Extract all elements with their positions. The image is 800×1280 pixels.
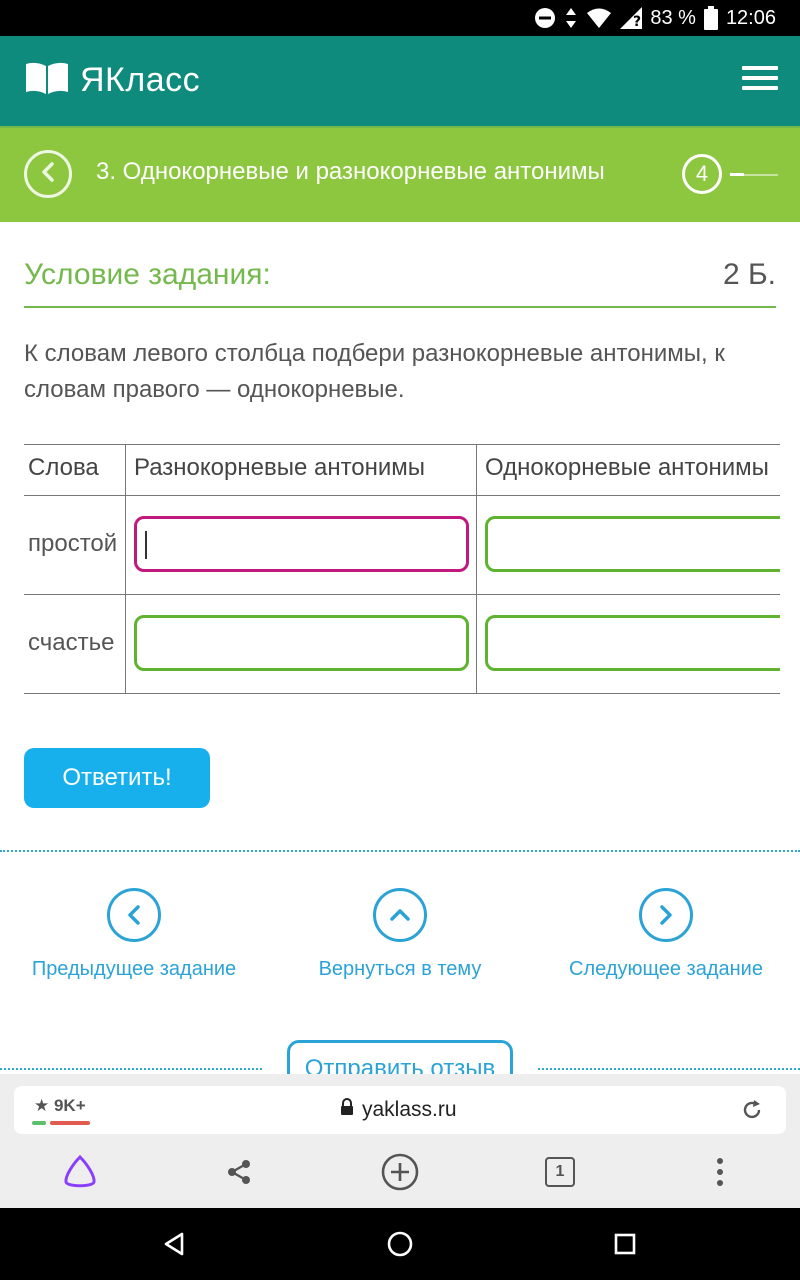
recents-nav-icon[interactable] <box>607 1226 643 1262</box>
alice-assistant-icon[interactable] <box>60 1152 100 1192</box>
menu-button[interactable] <box>742 66 778 96</box>
do-not-disturb-icon <box>534 7 556 29</box>
chevron-right-icon <box>639 888 693 942</box>
answer-button[interactable]: Ответить! <box>24 748 210 808</box>
step-indicator[interactable]: 4 <box>682 154 722 194</box>
url[interactable]: yaklass.ru <box>340 1098 457 1122</box>
logo-text: ЯКласс <box>80 60 201 99</box>
hamburger-icon <box>742 66 778 70</box>
answer-table: Слова Разнокорневые антонимы Однокорневы… <box>24 444 780 694</box>
logo[interactable]: ЯКласс <box>24 58 200 102</box>
prev-task-link[interactable]: Предыдущее задание <box>1 888 267 988</box>
next-task-link[interactable]: Следующее задание <box>533 888 799 988</box>
row-word: простой <box>28 530 118 557</box>
column-header-different-root: Разнокорневые антонимы <box>134 454 426 481</box>
clock: 12:06 <box>725 6 776 29</box>
table-border <box>476 444 477 694</box>
answer-input-different-root[interactable] <box>134 615 469 671</box>
topic-bar: 3. Однокорневые и разнокорневые антонимы… <box>0 128 800 222</box>
reload-icon[interactable] <box>740 1098 764 1122</box>
section-divider <box>0 850 800 852</box>
row-word: счастье <box>28 629 115 656</box>
condition-title: Условие задания: <box>24 258 271 291</box>
table-border <box>24 693 780 694</box>
step-progress <box>730 173 744 176</box>
next-task-label: Следующее задание <box>569 958 763 980</box>
section-divider <box>538 1068 800 1070</box>
book-icon <box>24 61 70 100</box>
more-menu-icon[interactable] <box>700 1152 740 1192</box>
back-to-topic-link[interactable]: Вернуться в тему <box>267 888 533 988</box>
answer-input-same-root[interactable] <box>485 516 780 572</box>
url-text: yaklass.ru <box>362 1098 457 1121</box>
back-to-topic-label: Вернуться в тему <box>318 958 482 980</box>
column-header-same-root: Однокорневые антонимы <box>485 454 769 481</box>
prev-task-label: Предыдущее задание <box>31 958 237 980</box>
site-rating[interactable]: ★ 9K+ <box>34 1096 86 1116</box>
wifi-icon <box>586 7 612 29</box>
tab-count: 1 <box>555 1163 565 1180</box>
tabs-button[interactable]: 1 <box>540 1152 580 1192</box>
system-navigation-bar <box>0 1208 800 1280</box>
topic-back-button[interactable] <box>24 150 72 198</box>
condition-points: 2 Б. <box>722 258 776 291</box>
condition-divider <box>24 306 776 308</box>
rating-bar-positive <box>32 1121 46 1125</box>
text-cursor <box>145 531 147 559</box>
back-nav-icon[interactable] <box>156 1226 192 1262</box>
section-divider <box>0 1068 262 1070</box>
signal-unknown-icon: ? <box>620 7 643 29</box>
battery-percent: 83 % <box>650 6 696 29</box>
step-progress-track <box>744 174 778 176</box>
status-bar: ? 83 % 12:06 <box>0 0 800 36</box>
tabs-icon: 1 <box>545 1157 575 1187</box>
answer-input-same-root[interactable] <box>485 615 780 671</box>
svg-text:?: ? <box>633 14 641 29</box>
chevron-up-icon <box>373 888 427 942</box>
app-header: ЯКласс <box>0 36 800 128</box>
topic-title: 3. Однокорневые и разнокорневые антонимы <box>96 158 605 185</box>
answer-input-different-root[interactable] <box>134 516 469 572</box>
table-border <box>24 594 780 595</box>
column-header-words: Слова <box>28 454 99 481</box>
new-tab-icon[interactable] <box>380 1152 420 1192</box>
rating-bar-negative <box>50 1121 90 1125</box>
lock-icon <box>340 1098 354 1122</box>
chevron-left-icon <box>107 888 161 942</box>
task-text: К словам левого столбца подбери разнокор… <box>24 340 725 403</box>
battery-icon <box>703 6 718 30</box>
table-border <box>24 495 780 496</box>
table-border <box>24 444 780 445</box>
table-border <box>125 444 126 694</box>
chevron-left-icon <box>38 161 58 188</box>
data-arrows-icon <box>564 7 578 29</box>
share-icon[interactable] <box>219 1152 259 1192</box>
home-nav-icon[interactable] <box>382 1226 418 1262</box>
